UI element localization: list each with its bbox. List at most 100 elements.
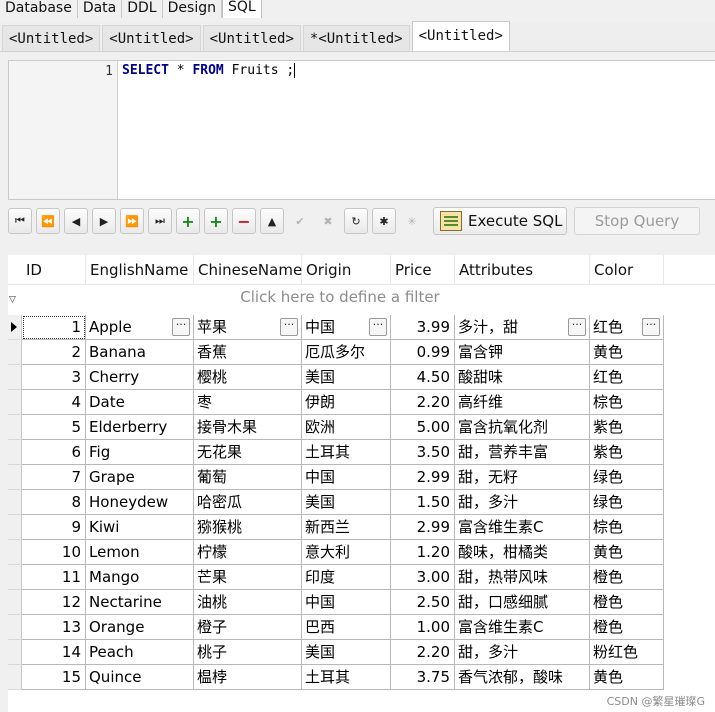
- snowflake-icon[interactable]: ✱: [372, 208, 396, 234]
- cell-color[interactable]: 橙色: [590, 590, 664, 615]
- cell-attributes[interactable]: 甜，多汁: [455, 490, 590, 515]
- cell-attributes[interactable]: 高纤维: [455, 390, 590, 415]
- append-icon[interactable]: +: [204, 208, 228, 234]
- next-icon[interactable]: ▶: [92, 208, 116, 234]
- cell-attributes[interactable]: 富含维生素C: [455, 615, 590, 640]
- cell-chinesename[interactable]: 猕猴桃: [194, 515, 302, 540]
- cell-attributes[interactable]: 甜，营养丰富: [455, 440, 590, 465]
- cell-color[interactable]: 黄色: [590, 665, 664, 690]
- row-indicator[interactable]: [8, 640, 22, 665]
- cell-origin[interactable]: 欧洲: [302, 415, 391, 440]
- cell-id[interactable]: 15: [22, 665, 86, 690]
- cell-englishname[interactable]: Cherry: [86, 365, 194, 390]
- cell-englishname[interactable]: Date: [86, 390, 194, 415]
- ellipsis-button[interactable]: ···: [642, 318, 660, 336]
- column-header-color[interactable]: Color: [590, 255, 664, 285]
- table-row[interactable]: 13 Orange 橙子 巴西 1.00 富含维生素C 橙色: [8, 615, 664, 640]
- row-indicator[interactable]: [8, 415, 22, 440]
- cell-color[interactable]: 黄色: [590, 540, 664, 565]
- cell-price[interactable]: 2.20: [391, 640, 455, 665]
- cell-chinesename[interactable]: 接骨木果: [194, 415, 302, 440]
- row-indicator[interactable]: [8, 515, 22, 540]
- sql-editor[interactable]: 1 SELECT * FROM Fruits ;: [8, 60, 715, 200]
- cell-chinesename[interactable]: 无花果: [194, 440, 302, 465]
- row-indicator[interactable]: [8, 465, 22, 490]
- ellipsis-button[interactable]: ···: [369, 318, 387, 336]
- cell-origin[interactable]: 中国: [302, 465, 391, 490]
- table-row[interactable]: 11 Mango 芒果 印度 3.00 甜，热带风味 橙色: [8, 565, 664, 590]
- table-row[interactable]: 12 Nectarine 油桃 中国 2.50 甜，口感细腻 橙色: [8, 590, 664, 615]
- cell-color[interactable]: 绿色: [590, 465, 664, 490]
- tab-design[interactable]: Design: [162, 0, 222, 18]
- cell-chinesename[interactable]: 桃子: [194, 640, 302, 665]
- cell-englishname[interactable]: Quince: [86, 665, 194, 690]
- cell-attributes[interactable]: 甜，口感细腻: [455, 590, 590, 615]
- delete-icon[interactable]: −: [232, 208, 256, 234]
- row-indicator[interactable]: [8, 390, 22, 415]
- cell-origin[interactable]: 意大利: [302, 540, 391, 565]
- cell-chinesename[interactable]: 香蕉: [194, 340, 302, 365]
- cell-price[interactable]: 2.99: [391, 465, 455, 490]
- cell-price[interactable]: 2.50: [391, 590, 455, 615]
- column-header-attributes[interactable]: Attributes: [455, 255, 590, 285]
- cell-attributes[interactable]: 甜，热带风味: [455, 565, 590, 590]
- cell-chinesename[interactable]: 苹果 ···: [194, 315, 302, 340]
- cell-id[interactable]: 2: [22, 340, 86, 365]
- first-icon[interactable]: ⏮: [8, 208, 32, 234]
- cell-color[interactable]: 紫色: [590, 440, 664, 465]
- sql-code-line[interactable]: SELECT * FROM Fruits ;: [122, 63, 296, 78]
- current-row-indicator[interactable]: [8, 315, 22, 340]
- table-row[interactable]: 10 Lemon 柠檬 意大利 1.20 酸味，柑橘类 黄色: [8, 540, 664, 565]
- insert-icon[interactable]: +: [176, 208, 200, 234]
- cell-englishname[interactable]: Honeydew: [86, 490, 194, 515]
- table-row[interactable]: 4 Date 枣 伊朗 2.20 高纤维 棕色: [8, 390, 664, 415]
- cell-id[interactable]: 12: [22, 590, 86, 615]
- row-indicator[interactable]: [8, 490, 22, 515]
- doc-tab-3[interactable]: <Untitled>: [202, 25, 301, 51]
- cancel-icon[interactable]: ✖: [316, 208, 340, 234]
- table-row[interactable]: 2 Banana 香蕉 厄瓜多尔 0.99 富含钾 黄色: [8, 340, 664, 365]
- cell-origin[interactable]: 伊朗: [302, 390, 391, 415]
- cell-id[interactable]: 4: [22, 390, 86, 415]
- column-header-id[interactable]: ID: [22, 255, 86, 285]
- cell-origin[interactable]: 印度: [302, 565, 391, 590]
- last-icon[interactable]: ⏭: [148, 208, 172, 234]
- next-page-icon[interactable]: ⏩: [120, 208, 144, 234]
- cell-price[interactable]: 3.50: [391, 440, 455, 465]
- table-row[interactable]: 1 Apple ··· 苹果 ··· 中国 ··· 3.99 多汁，甜 ··· 红色 ···: [8, 315, 664, 340]
- row-indicator[interactable]: [8, 590, 22, 615]
- ellipsis-button[interactable]: ···: [172, 318, 190, 336]
- cell-id[interactable]: 10: [22, 540, 86, 565]
- filter-row[interactable]: ▽ Click here to define a filter: [8, 285, 715, 309]
- row-indicator[interactable]: [8, 340, 22, 365]
- cell-englishname[interactable]: Fig: [86, 440, 194, 465]
- cell-price[interactable]: 4.50: [391, 365, 455, 390]
- cell-id[interactable]: 3: [22, 365, 86, 390]
- cell-origin[interactable]: 土耳其: [302, 440, 391, 465]
- prev-icon[interactable]: ◀: [64, 208, 88, 234]
- cell-englishname[interactable]: Grape: [86, 465, 194, 490]
- tab-ddl[interactable]: DDL: [122, 0, 163, 18]
- row-indicator[interactable]: [8, 565, 22, 590]
- cell-origin[interactable]: 新西兰: [302, 515, 391, 540]
- column-header-price[interactable]: Price: [391, 255, 455, 285]
- row-indicator[interactable]: [8, 440, 22, 465]
- refresh-icon[interactable]: ↻: [344, 208, 368, 234]
- cell-englishname[interactable]: Peach: [86, 640, 194, 665]
- cell-origin[interactable]: 美国: [302, 490, 391, 515]
- cell-chinesename[interactable]: 芒果: [194, 565, 302, 590]
- cell-origin[interactable]: 美国: [302, 640, 391, 665]
- post-icon[interactable]: ✔: [288, 208, 312, 234]
- cell-chinesename[interactable]: 葡萄: [194, 465, 302, 490]
- cell-chinesename[interactable]: 榅桲: [194, 665, 302, 690]
- cell-chinesename[interactable]: 橙子: [194, 615, 302, 640]
- cell-price[interactable]: 1.00: [391, 615, 455, 640]
- doc-tab-5[interactable]: <Untitled>: [411, 21, 510, 51]
- cell-id[interactable]: 13: [22, 615, 86, 640]
- tab-database[interactable]: Database: [0, 0, 78, 18]
- row-indicator[interactable]: [8, 615, 22, 640]
- cell-id[interactable]: 7: [22, 465, 86, 490]
- cell-id[interactable]: 14: [22, 640, 86, 665]
- column-header-origin[interactable]: Origin: [302, 255, 391, 285]
- cell-origin[interactable]: 中国: [302, 590, 391, 615]
